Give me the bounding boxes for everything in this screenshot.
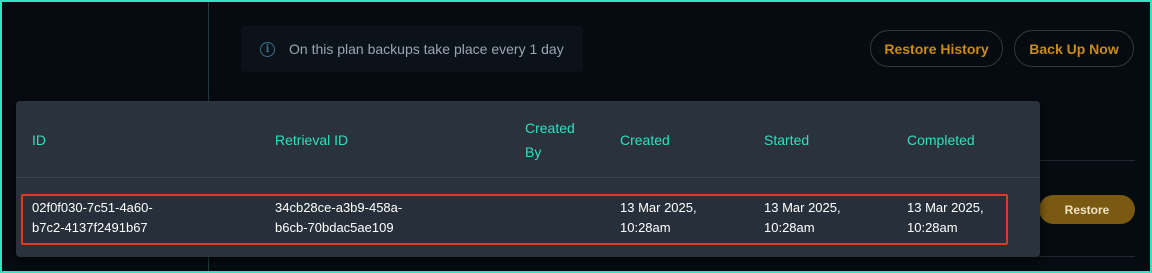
restore-history-button[interactable]: Restore History [870,30,1003,67]
backup-info-text: On this plan backups take place every 1 … [289,41,564,57]
table-row[interactable] [21,194,1008,245]
backups-table: ID Retrieval ID Created By Created Start… [16,101,1040,257]
column-header-created-by-line2: By [525,144,542,160]
column-header-created-by-line1: Created [525,120,575,136]
column-header-started: Started [764,132,810,148]
cell-id-line2: b7c2-4137f2491b67 [32,220,148,235]
column-header-retrieval-id: Retrieval ID [275,132,349,148]
row-divider [1039,160,1135,161]
back-up-now-button[interactable]: Back Up Now [1014,30,1134,67]
column-header-id: ID [32,132,46,148]
cell-id-line1: 02f0f030-7c51-4a60- [32,200,153,215]
cell-started-line2: 10:28am [764,220,815,235]
cell-created-line2: 10:28am [620,220,671,235]
column-header-completed: Completed [907,132,975,148]
cell-completed-line2: 10:28am [907,220,958,235]
table-header-divider [16,177,1040,178]
column-header-created-by: Created By [525,116,575,164]
info-circle-icon: i [260,41,275,57]
cell-started-line1: 13 Mar 2025, [764,200,841,215]
cell-retrieval-id-line2: b6cb-70bdac5ae109 [275,220,394,235]
app-window: i On this plan backups take place every … [0,0,1152,273]
cell-completed: 13 Mar 2025, 10:28am [907,198,984,238]
cell-completed-line1: 13 Mar 2025, [907,200,984,215]
row-divider [1039,256,1135,257]
column-header-created: Created [620,132,670,148]
cell-started: 13 Mar 2025, 10:28am [764,198,841,238]
cell-created-line1: 13 Mar 2025, [620,200,697,215]
restore-button[interactable]: Restore [1039,195,1135,224]
backup-info-banner: i On this plan backups take place every … [241,26,583,72]
cell-id: 02f0f030-7c51-4a60- b7c2-4137f2491b67 [32,198,153,238]
cell-retrieval-id: 34cb28ce-a3b9-458a- b6cb-70bdac5ae109 [275,198,402,238]
cell-retrieval-id-line1: 34cb28ce-a3b9-458a- [275,200,403,215]
cell-created: 13 Mar 2025, 10:28am [620,198,697,238]
